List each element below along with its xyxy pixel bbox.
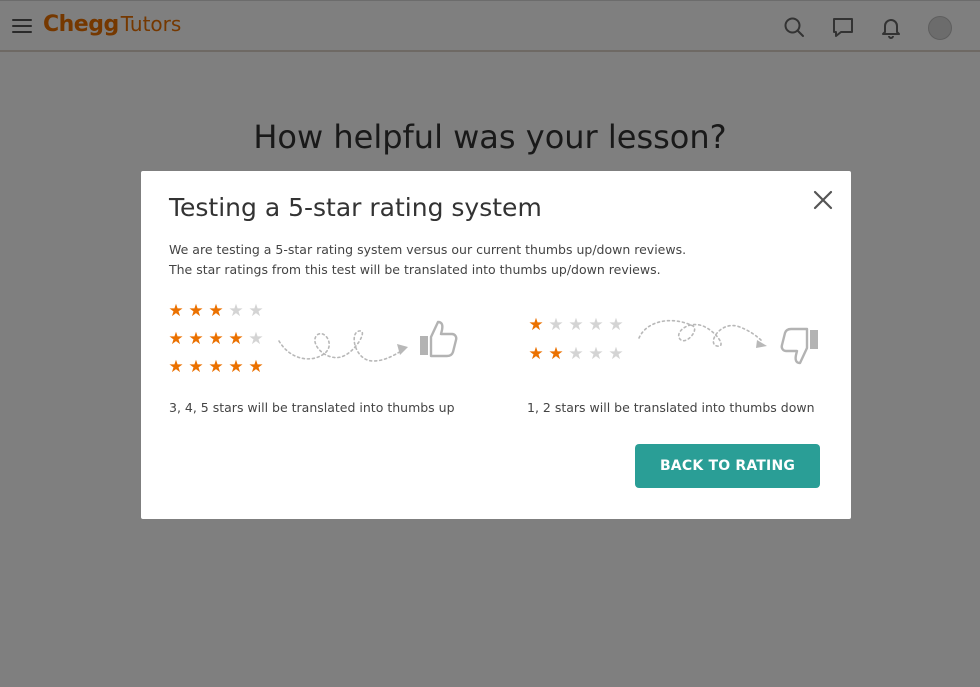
filled-star-icon: ★ [188,301,204,321]
filled-star-icon: ★ [548,344,564,364]
empty-star-icon: ★ [228,301,244,321]
empty-star-icon: ★ [588,315,604,335]
filled-star-icon: ★ [248,357,264,377]
empty-star-icon: ★ [248,329,264,349]
filled-star-icon: ★ [208,329,224,349]
filled-star-icon: ★ [188,329,204,349]
thumbs-up-caption: 3, 4, 5 stars will be translated into th… [169,400,455,415]
filled-star-icon: ★ [228,329,244,349]
filled-star-icon: ★ [188,357,204,377]
filled-star-icon: ★ [168,329,184,349]
filled-star-icon: ★ [168,357,184,377]
star-rating-row: ★ ★ ★ ★ ★ [526,344,626,364]
empty-star-icon: ★ [568,344,584,364]
description-line: We are testing a 5-star rating system ve… [169,242,687,257]
filled-star-icon: ★ [228,357,244,377]
filled-star-icon: ★ [208,357,224,377]
empty-star-icon: ★ [588,344,604,364]
thumbs-up-icon [418,319,460,361]
back-to-rating-button[interactable]: BACK TO RATING [635,444,820,488]
thumbs-down-caption: 1, 2 stars will be translated into thumb… [527,400,815,415]
empty-star-icon: ★ [608,344,624,364]
empty-star-icon: ★ [568,315,584,335]
thumbs-down-icon [778,324,820,366]
close-icon[interactable] [812,189,834,211]
empty-star-icon: ★ [548,315,564,335]
filled-star-icon: ★ [208,301,224,321]
star-rating-row: ★ ★ ★ ★ ★ [166,357,266,377]
modal-description: We are testing a 5-star rating system ve… [169,240,729,280]
description-line: The star ratings from this test will be … [169,262,661,277]
dotted-curl-arrow-icon [277,321,413,367]
empty-star-icon: ★ [248,301,264,321]
empty-star-icon: ★ [608,315,624,335]
star-rating-row: ★ ★ ★ ★ ★ [526,315,626,335]
filled-star-icon: ★ [168,301,184,321]
rating-info-modal: Testing a 5-star rating system We are te… [141,171,851,519]
modal-title: Testing a 5-star rating system [169,193,542,222]
filled-star-icon: ★ [528,315,544,335]
filled-star-icon: ★ [528,344,544,364]
dotted-curl-arrow-icon [637,314,773,360]
star-rating-row: ★ ★ ★ ★ ★ [166,329,266,349]
star-rating-row: ★ ★ ★ ★ ★ [166,301,266,321]
